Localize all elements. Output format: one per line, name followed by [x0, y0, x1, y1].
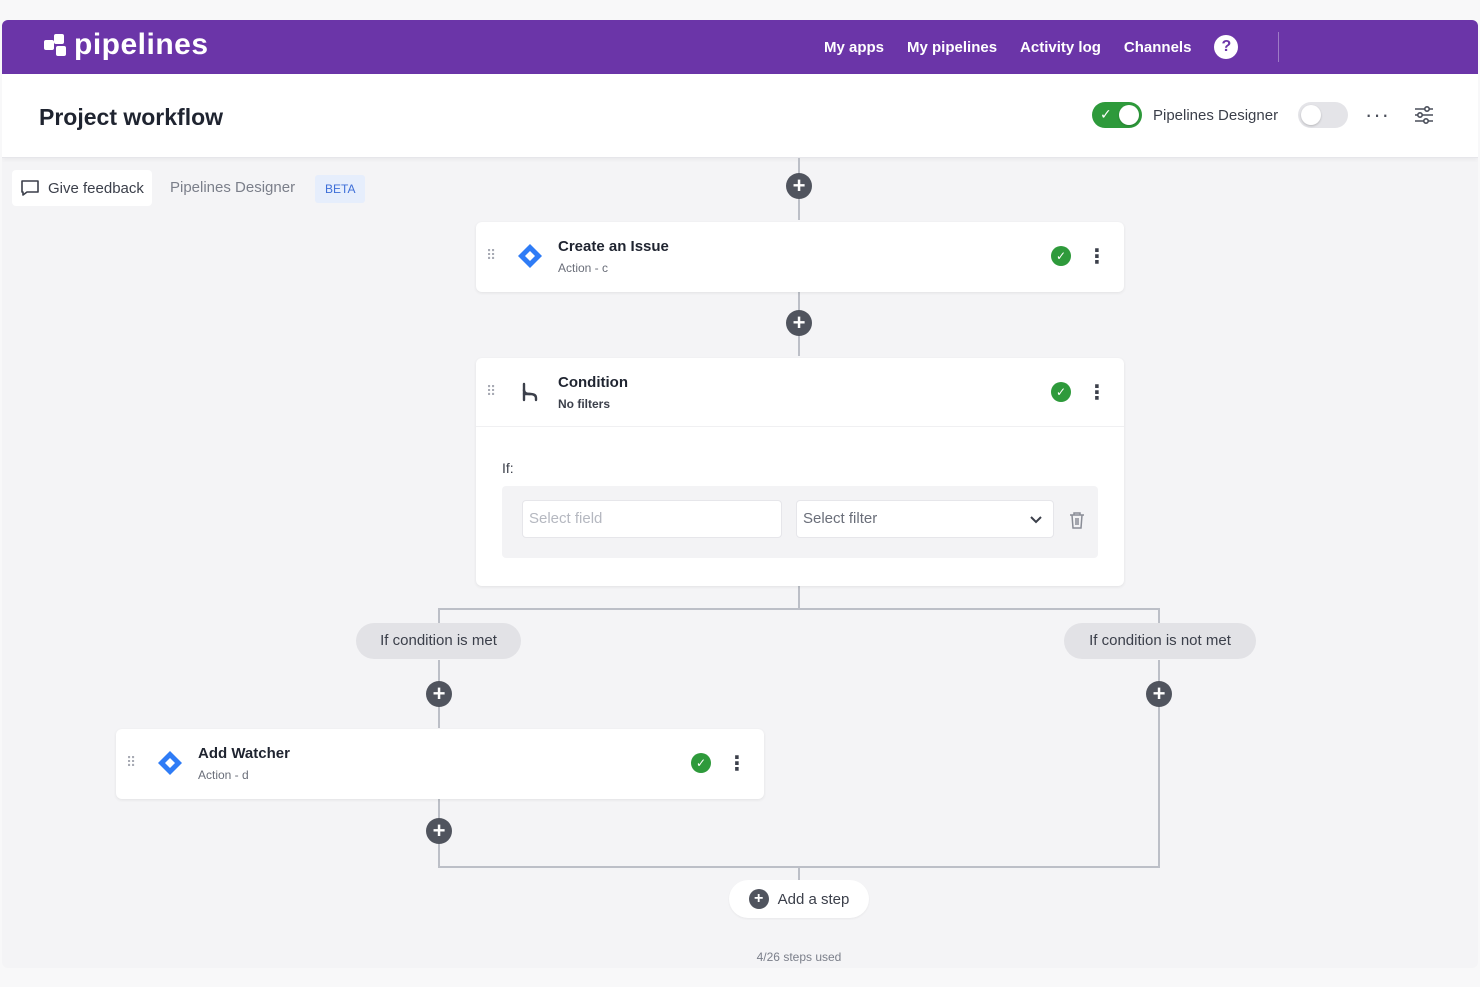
- connector-line: [798, 586, 800, 610]
- branch-split-line: [438, 608, 1160, 610]
- toggle-knob: [1301, 105, 1321, 125]
- drag-handle-icon[interactable]: ⠿: [126, 754, 136, 771]
- select-filter-dropdown[interactable]: Select filter: [796, 500, 1054, 538]
- pipelines-logo-mark-icon: [44, 32, 70, 58]
- step-subtitle: No filters: [558, 397, 611, 411]
- designer-toggle-label: Pipelines Designer: [1153, 107, 1279, 124]
- sliders-icon[interactable]: [1414, 106, 1434, 124]
- beta-badge: BETA: [315, 175, 366, 203]
- jira-diamond-icon: [518, 244, 542, 268]
- app-window: pipelines My apps My pipelines Activity …: [2, 20, 1478, 968]
- step-subtitle: Action - d: [198, 768, 249, 782]
- jira-diamond-icon: [158, 751, 182, 775]
- step-title: Condition: [558, 374, 628, 391]
- give-feedback-label: Give feedback: [48, 179, 144, 197]
- chevron-down-icon: [1030, 516, 1042, 524]
- top-nav-bar: pipelines My apps My pipelines Activity …: [2, 20, 1478, 74]
- speech-bubble-icon: [21, 180, 39, 196]
- connector-line: [798, 866, 800, 880]
- main-nav: My apps My pipelines Activity log Channe…: [824, 20, 1239, 74]
- step-card-create-issue[interactable]: ⠿ Create an Issue Action - c ✓ ⋮: [476, 222, 1124, 292]
- page-header: Project workflow ✓ Pipelines Designer ··…: [2, 74, 1478, 158]
- add-step-plus-button[interactable]: +: [786, 173, 812, 199]
- step-title: Create an Issue: [558, 238, 669, 255]
- add-step-plus-button[interactable]: +: [786, 310, 812, 336]
- step-menu-icon[interactable]: ⋮: [727, 753, 747, 775]
- drag-handle-icon[interactable]: ⠿: [486, 247, 496, 264]
- give-feedback-button[interactable]: Give feedback: [12, 170, 152, 206]
- more-options-icon[interactable]: ···: [1365, 102, 1390, 128]
- plus-circle-icon: +: [748, 889, 769, 909]
- workflow-enabled-toggle[interactable]: ✓: [1092, 102, 1142, 128]
- if-label: If:: [502, 460, 514, 476]
- nav-divider: [1278, 32, 1279, 62]
- check-circle-icon: ✓: [1051, 382, 1071, 402]
- select-filter-placeholder: Select filter: [803, 510, 878, 527]
- nav-my-pipelines[interactable]: My pipelines: [907, 39, 997, 56]
- add-step-plus-button[interactable]: +: [1146, 681, 1172, 707]
- pipelines-designer-toggle[interactable]: [1298, 102, 1348, 128]
- select-field-input[interactable]: Select field: [522, 500, 782, 538]
- add-step-label: Add a step: [777, 890, 850, 908]
- page-title: Project workflow: [39, 104, 224, 130]
- add-step-plus-button[interactable]: +: [426, 681, 452, 707]
- step-card-add-watcher[interactable]: ⠿ Add Watcher Action - d ✓ ⋮: [116, 729, 764, 799]
- add-step-plus-button[interactable]: +: [426, 818, 452, 844]
- toggle-knob: [1119, 105, 1139, 125]
- step-subtitle: Action - c: [558, 261, 609, 275]
- nav-activity-log[interactable]: Activity log: [1020, 39, 1101, 56]
- question-circle-icon[interactable]: ?: [1214, 35, 1239, 59]
- steps-used-counter: 4/26 steps used: [756, 950, 842, 964]
- drag-handle-icon[interactable]: ⠿: [486, 383, 496, 400]
- step-menu-icon[interactable]: ⋮: [1087, 382, 1107, 404]
- card-divider: [476, 426, 1124, 427]
- step-card-condition[interactable]: ⠿ Condition No filters ✓ ⋮ If: Select fi…: [476, 358, 1124, 586]
- branch-label-met: If condition is met: [356, 623, 521, 659]
- check-circle-icon: ✓: [1051, 246, 1071, 266]
- add-step-button[interactable]: + Add a step: [729, 880, 869, 918]
- breadcrumb: Pipelines Designer: [170, 179, 296, 196]
- trash-icon[interactable]: [1068, 510, 1086, 530]
- branch-icon: [522, 382, 538, 402]
- step-menu-icon[interactable]: ⋮: [1087, 246, 1107, 268]
- branch-label-not-met: If condition is not met: [1064, 623, 1256, 659]
- check-icon: ✓: [1100, 106, 1112, 122]
- pipelines-logo[interactable]: pipelines: [44, 28, 209, 62]
- filter-row: Select field Select filter: [502, 486, 1098, 558]
- nav-channels[interactable]: Channels: [1124, 39, 1192, 56]
- check-circle-icon: ✓: [691, 753, 711, 773]
- nav-my-apps[interactable]: My apps: [824, 39, 884, 56]
- step-title: Add Watcher: [198, 745, 290, 762]
- brand-name: pipelines: [74, 28, 209, 61]
